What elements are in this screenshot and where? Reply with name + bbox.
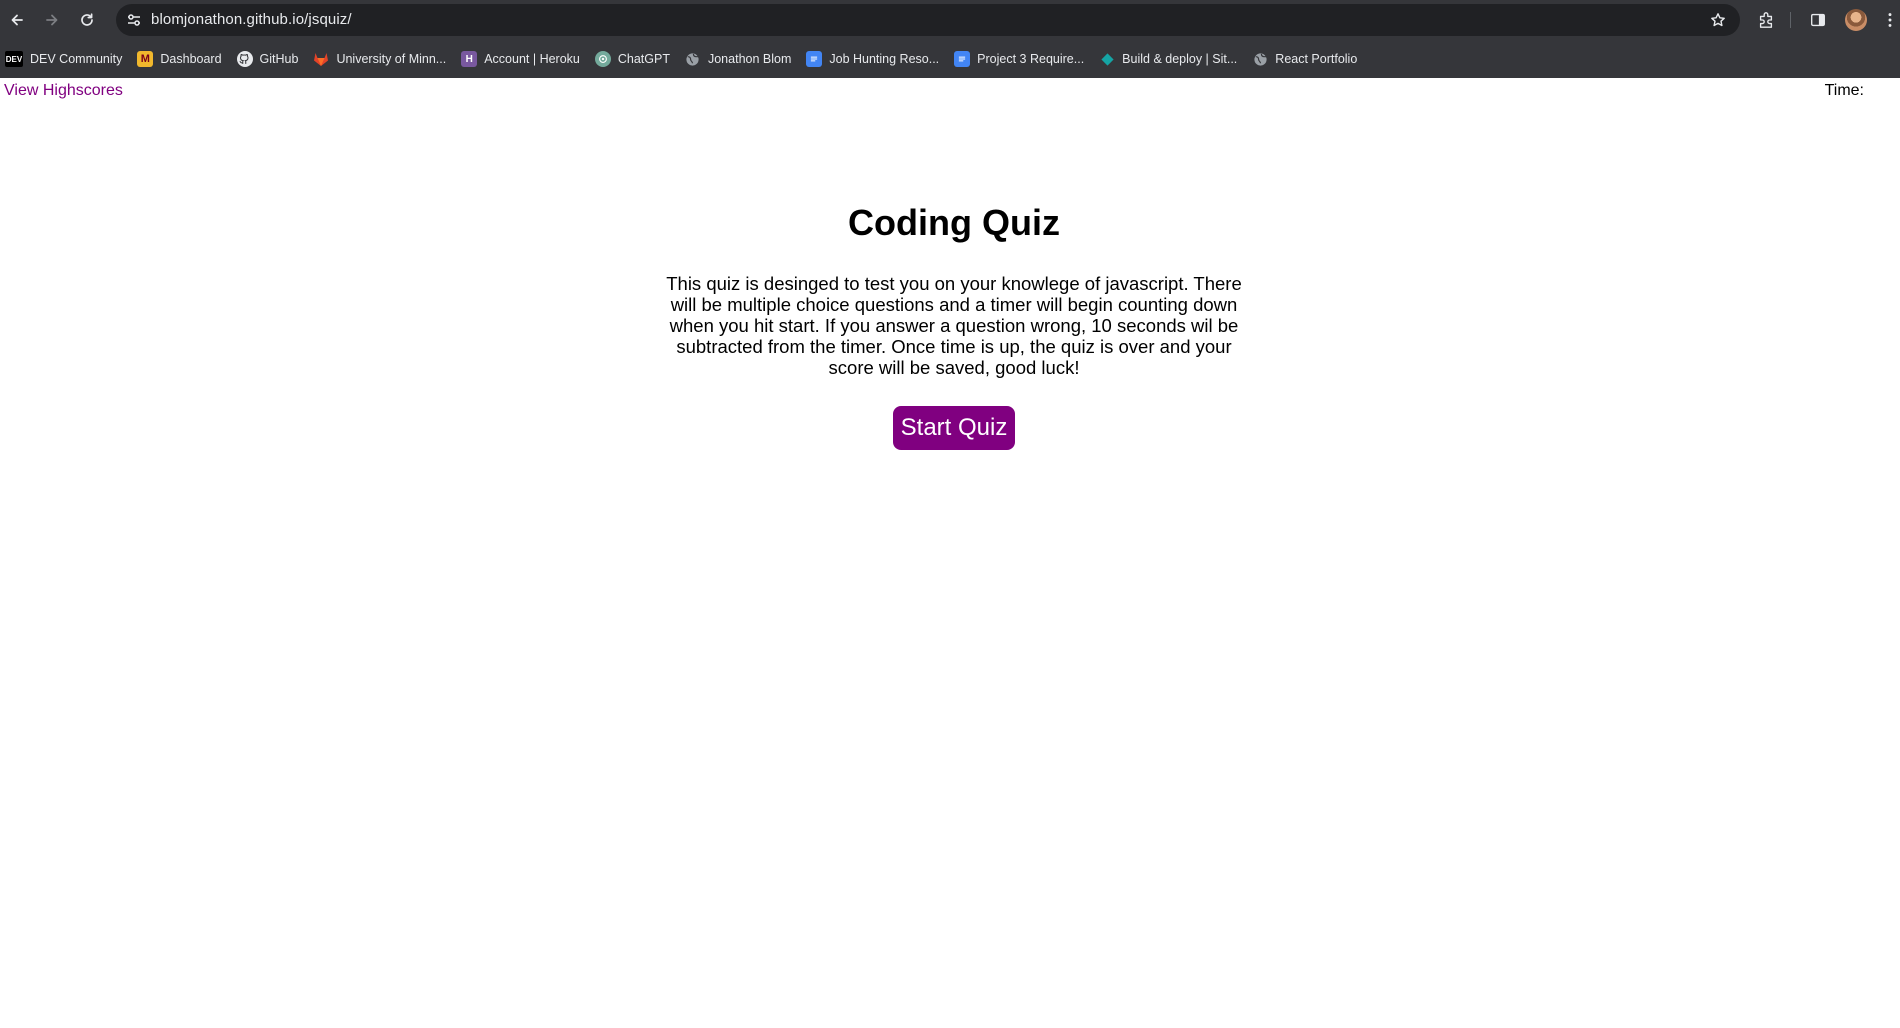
heroku-icon: H — [461, 51, 478, 67]
bookmark-label: Dashboard — [160, 52, 222, 66]
netlify-icon — [1099, 51, 1115, 67]
university-m-icon: M — [137, 51, 154, 67]
bookmark-job-hunting[interactable]: Job Hunting Reso... — [806, 47, 939, 71]
bookmark-label: Build & deploy | Sit... — [1122, 52, 1238, 66]
page-title: Coding Quiz — [848, 202, 1060, 243]
bookmark-dashboard[interactable]: M Dashboard — [137, 47, 222, 71]
google-docs-icon — [806, 51, 823, 67]
quiz-intro: Coding Quiz This quiz is desinged to tes… — [650, 202, 1258, 450]
bookmark-label: University of Minn... — [336, 52, 447, 66]
globe-icon — [1252, 51, 1268, 67]
url-text[interactable]: blomjonathon.github.io/jsquiz/ — [151, 4, 352, 36]
bookmark-label: DEV Community — [30, 52, 123, 66]
bookmark-dev-community[interactable]: DEV DEV Community — [5, 47, 122, 71]
profile-avatar[interactable] — [1845, 9, 1867, 31]
back-button[interactable] — [3, 6, 31, 34]
github-icon — [236, 51, 253, 67]
gitlab-icon — [313, 51, 329, 67]
bookmark-label: GitHub — [259, 52, 299, 66]
side-panel-icon[interactable] — [1808, 10, 1828, 30]
arrow-left-icon — [11, 14, 23, 26]
reload-button[interactable] — [73, 6, 101, 34]
extensions-icon[interactable] — [1756, 10, 1776, 30]
page-content: View Highscores Time: Coding Quiz This q… — [0, 78, 1900, 1028]
bookmark-label: React Portfolio — [1275, 52, 1358, 66]
site-settings-icon[interactable] — [126, 12, 142, 28]
browser-toolbar: blomjonathon.github.io/jsquiz/ — [0, 0, 1900, 40]
start-quiz-button[interactable]: Start Quiz — [892, 406, 1016, 450]
bookmark-label: ChatGPT — [617, 52, 670, 66]
bookmark-jonathon-blom[interactable]: Jonathon Blom — [685, 47, 791, 71]
quiz-description: This quiz is desinged to test you on you… — [666, 273, 1242, 378]
reload-icon — [81, 13, 93, 26]
bookmark-label: Account | Heroku — [484, 52, 580, 66]
bookmark-label: Project 3 Require... — [977, 52, 1085, 66]
view-highscores-link[interactable]: View Highscores — [4, 82, 123, 100]
kebab-menu-icon[interactable] — [1880, 10, 1900, 30]
bookmark-university-gitlab[interactable]: University of Minn... — [313, 47, 446, 71]
dev-icon: DEV — [5, 51, 23, 67]
bookmark-chatgpt[interactable]: ChatGPT — [594, 47, 670, 71]
bookmark-label: Job Hunting Reso... — [829, 52, 940, 66]
bookmark-build-deploy[interactable]: Build & deploy | Sit... — [1099, 47, 1237, 71]
forward-button[interactable] — [38, 6, 66, 34]
bookmark-star-icon[interactable] — [1710, 12, 1726, 28]
arrow-right-icon — [46, 14, 58, 26]
timer-label: Time: — [1824, 82, 1864, 99]
globe-icon — [685, 51, 701, 67]
bookmark-github[interactable]: GitHub — [236, 47, 299, 71]
address-bar[interactable]: blomjonathon.github.io/jsquiz/ — [116, 4, 1740, 36]
bookmark-heroku[interactable]: H Account | Heroku — [461, 47, 580, 71]
browser-chrome: blomjonathon.github.io/jsquiz/ DEV DEV C… — [0, 0, 1900, 78]
google-docs-icon — [954, 51, 971, 67]
toolbar-divider — [1790, 12, 1791, 28]
chatgpt-icon — [594, 51, 611, 67]
bookmark-label: Jonathon Blom — [707, 52, 792, 66]
bookmark-project-3[interactable]: Project 3 Require... — [954, 47, 1084, 71]
bookmarks-bar: DEV DEV Community M Dashboard GitHub Uni… — [0, 47, 1900, 71]
bookmark-react-portfolio[interactable]: React Portfolio — [1252, 47, 1357, 71]
